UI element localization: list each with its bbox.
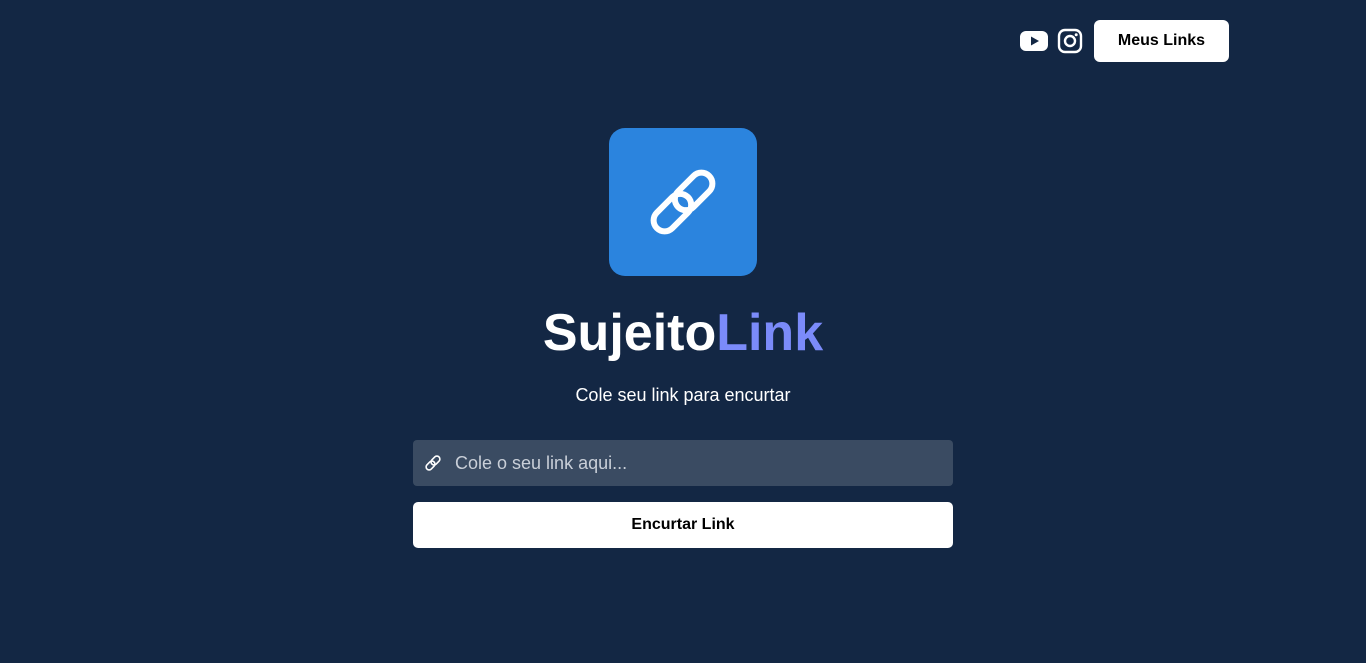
link-input[interactable] [453,439,953,487]
instagram-icon[interactable] [1056,27,1084,55]
my-links-button[interactable]: Meus Links [1094,20,1229,62]
page-title: SujeitoLink [0,302,1366,364]
brand-name-part2: Link [716,304,824,362]
page-subtitle: Cole seu link para encurtar [575,385,791,405]
link-input-wrapper [413,439,953,487]
shorten-link-button[interactable]: Encurtar Link [413,502,953,548]
youtube-icon[interactable] [1020,27,1048,55]
top-nav: Meus Links [1020,20,1229,62]
link-icon [423,453,443,473]
logo [609,128,757,276]
chain-link-icon [650,169,716,235]
brand-name-part1: Sujeito [542,304,717,362]
